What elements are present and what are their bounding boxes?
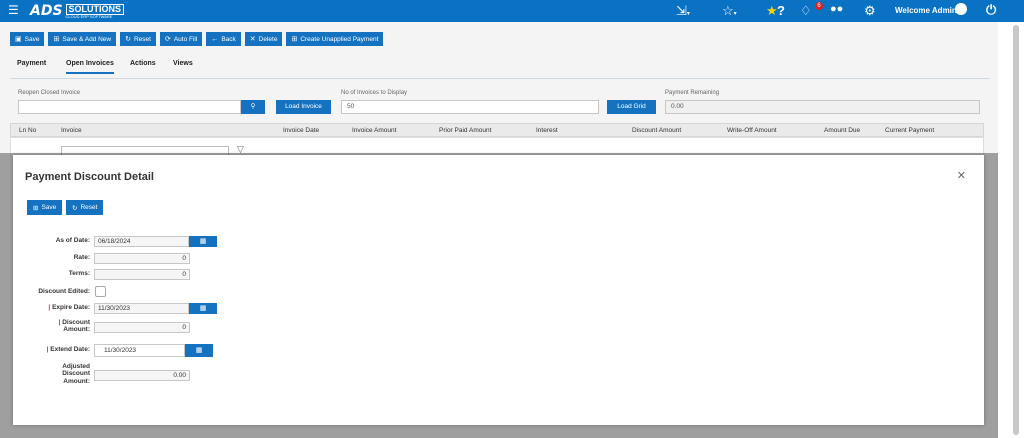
calendar-icon: ▦ (199, 305, 207, 312)
delete-button[interactable]: ✕ Delete (244, 32, 283, 46)
load-grid-button[interactable]: Load Grid (607, 100, 656, 114)
search-icon: ⚲ (250, 103, 256, 110)
notification-badge: 6 (815, 2, 823, 10)
col-prior-paid[interactable]: Prior Paid Amount (439, 127, 491, 134)
calendar-icon: ▦ (199, 238, 207, 245)
help-question-icon[interactable]: ? (777, 3, 785, 18)
favorite-star-icon[interactable]: ★ (766, 3, 778, 19)
col-write-off-amount[interactable]: Write-Off Amount (727, 127, 777, 134)
extend-date-calendar-button[interactable]: ▦ (185, 344, 213, 357)
arrow-left-icon: ← (211, 35, 219, 43)
refresh-icon: ⟳ (164, 36, 171, 43)
calendar-icon: ▦ (195, 347, 203, 354)
modal-title: Payment Discount Detail (25, 171, 154, 183)
invoice-grid-header: Ln No Invoice Invoice Date Invoice Amoun… (10, 123, 984, 137)
col-invoice-date[interactable]: Invoice Date (283, 127, 319, 134)
users-icon[interactable]: ●● (830, 3, 843, 15)
extend-date-label: | Extend Date: (46, 346, 90, 353)
save-icon: ▣ (15, 36, 22, 43)
expire-date-input[interactable]: 11/30/2023 (94, 303, 189, 314)
rate-input[interactable]: 0 (94, 253, 190, 264)
bell-icon[interactable]: ♢ (800, 3, 812, 19)
as-of-date-calendar-button[interactable]: ▦ (189, 236, 217, 247)
share-icon[interactable]: ⇲▾ (676, 3, 690, 19)
payment-discount-detail-modal: Payment Discount Detail ✕ ⊞ Save ↻ Reset A… (13, 155, 984, 425)
terms-label: Terms: (68, 270, 90, 277)
rate-label: Rate: (73, 254, 90, 261)
close-icon[interactable]: ✕ (957, 169, 966, 182)
back-button[interactable]: ← Back (206, 32, 241, 46)
reset-icon: ↻ (72, 204, 78, 212)
discount-amount-input[interactable]: 0 (94, 322, 190, 333)
modal-save-button[interactable]: ⊞ Save (27, 200, 63, 215)
power-icon[interactable]: ⏻ (986, 2, 996, 18)
load-invoice-button[interactable]: Load Invoice (276, 100, 331, 114)
logo-tagline: CLOUD ERP SOFTWARE (65, 13, 113, 19)
logo-ads: ADS (30, 3, 63, 19)
col-invoice-amount[interactable]: Invoice Amount (352, 127, 396, 134)
gear-icon[interactable]: ⚙ (864, 3, 876, 19)
search-button[interactable]: ⚲ (241, 100, 265, 114)
discount-amount-label: | Discount Amount: (58, 319, 90, 334)
discount-edited-checkbox[interactable] (95, 286, 106, 297)
num-invoices-label: No of Invoices to Display (341, 90, 408, 96)
logo[interactable]: ADS SOLUTIONS CLOUD ERP SOFTWARE (30, 2, 125, 20)
logo-solutions: SOLUTIONS (65, 3, 125, 15)
close-icon: ✕ (249, 36, 256, 43)
payment-remaining-label: Payment Remaining (665, 90, 720, 96)
star-outline-icon[interactable]: ☆▾ (722, 3, 737, 19)
extend-date-input[interactable]: 11/30/2023 (94, 344, 185, 357)
tab-actions[interactable]: Actions (130, 60, 156, 67)
col-current-payment[interactable]: Current Payment (885, 127, 934, 134)
num-invoices-input[interactable]: 50 (341, 100, 599, 114)
save-icon: ⊞ (33, 204, 39, 212)
adjusted-discount-amount-label: Adjusted Discount Amount: (62, 363, 90, 385)
adjusted-discount-amount-input: 0.00 (94, 370, 190, 381)
discount-edited-label: Discount Edited: (38, 288, 90, 295)
as-of-date-input[interactable]: 06/18/2024 (94, 236, 189, 247)
col-invoice[interactable]: Invoice (61, 127, 82, 134)
as-of-date-label: As of Date: (55, 237, 90, 244)
save-button[interactable]: ▣ Save (10, 32, 45, 46)
toolbar: ▣ Save ⊞ Save & Add New ↻ Reset ⟳ Auto Fill … (10, 32, 384, 46)
col-discount-amount[interactable]: Discount Amount (632, 127, 681, 134)
reset-icon: ↻ (125, 36, 131, 43)
reopen-label: Reopen Closed Invoice (18, 90, 81, 96)
user-icon[interactable] (955, 3, 967, 15)
modal-reset-button[interactable]: ↻ Reset (66, 200, 104, 215)
tab-open-invoices[interactable]: Open Invoices (66, 60, 114, 74)
plus-box-icon: ⊞ (291, 36, 298, 43)
scrollbar-thumb[interactable] (1013, 25, 1019, 435)
tab-payment[interactable]: Payment (17, 60, 46, 67)
top-navbar: ☰ ADS SOLUTIONS CLOUD ERP SOFTWARE ⇲▾ ☆▾… (0, 0, 1024, 22)
col-amount-due[interactable]: Amount Due (824, 127, 860, 134)
page-scrollbar[interactable] (998, 22, 1024, 438)
expire-date-calendar-button[interactable]: ▦ (189, 303, 217, 314)
reopen-invoice-input[interactable] (18, 100, 241, 114)
menu-icon[interactable]: ☰ (8, 3, 19, 17)
payment-remaining-field: 0.00 (665, 100, 980, 114)
col-ln-no[interactable]: Ln No (19, 127, 36, 134)
auto-fill-button[interactable]: ⟳ Auto Fill (159, 32, 203, 46)
terms-input[interactable]: 0 (94, 269, 190, 280)
tab-bar: Payment Open Invoices Actions Views (10, 56, 990, 79)
tab-views[interactable]: Views (173, 60, 193, 67)
save-add-icon: ⊞ (53, 36, 60, 43)
col-interest[interactable]: Interest (536, 127, 558, 134)
create-unapplied-payment-button[interactable]: ⊞ Create Unapplied Payment (286, 32, 384, 46)
expire-date-label: | Expire Date: (48, 304, 90, 311)
welcome-text[interactable]: Welcome Admin (895, 6, 957, 15)
reset-button[interactable]: ↻ Reset (120, 32, 156, 46)
save-add-new-button[interactable]: ⊞ Save & Add New (48, 32, 117, 46)
